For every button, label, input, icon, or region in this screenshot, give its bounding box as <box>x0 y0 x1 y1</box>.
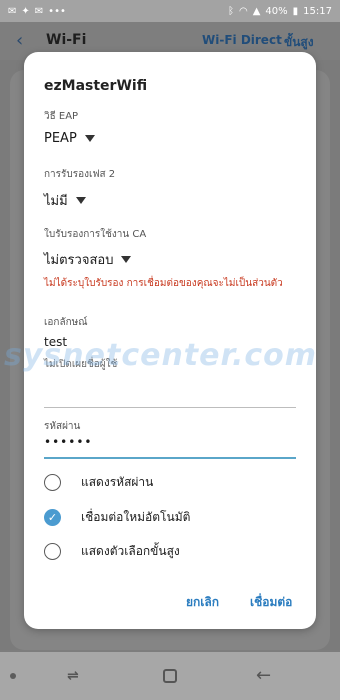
watermark-text: sysnetcenter.com <box>4 338 318 373</box>
email-icon: ✉ <box>34 5 44 17</box>
back-icon[interactable]: ← <box>256 665 271 686</box>
system-icons: ᛒ ◠ ▲ 40% ▮ 15:17 <box>228 6 332 17</box>
password-input[interactable]: •••••• <box>44 435 92 449</box>
status-bar: ✉ ✦ ✉ ••• ᛒ ◠ ▲ 40% ▮ 15:17 <box>0 0 340 22</box>
messages-icon: ✉ <box>8 5 17 17</box>
signal-icon: ▲ <box>252 5 261 17</box>
anonymous-identity-underline <box>44 407 296 408</box>
connect-button[interactable]: เชื่อมต่อ <box>250 593 292 612</box>
ca-cert-value: ไม่ตรวจสอบ <box>44 253 114 268</box>
phase2-value: ไม่มี <box>44 194 68 209</box>
eap-method-select[interactable]: PEAP <box>44 131 95 146</box>
advanced-options-checkbox[interactable] <box>44 542 61 560</box>
advanced-button[interactable]: ขั้นสูง <box>284 33 314 52</box>
page-title: Wi-Fi <box>46 32 87 48</box>
dropdown-arrow-icon <box>75 197 86 204</box>
wifi-icon: ◠ <box>238 5 248 17</box>
password-label: รหัสผ่าน <box>44 421 81 432</box>
phase2-select[interactable]: ไม่มี <box>44 190 86 211</box>
battery-percent: 40% <box>265 5 288 17</box>
back-arrow-icon[interactable]: ‹ <box>16 30 23 51</box>
dialog-title: ezMasterWifi <box>44 78 148 94</box>
recent-apps-icon[interactable]: ⇌ <box>67 668 79 684</box>
dropdown-arrow-icon <box>84 135 95 142</box>
show-password-option[interactable]: แสดงรหัสผ่าน <box>44 470 296 494</box>
ca-cert-label: ใบรับรองการใช้งาน CA <box>44 229 147 240</box>
notification-icons: ✉ ✦ ✉ ••• <box>8 6 66 17</box>
dropdown-arrow-icon <box>121 256 132 263</box>
battery-icon: ▮ <box>292 5 299 17</box>
phase2-label: การรับรองเฟส 2 <box>44 169 116 180</box>
nav-indicator-dot <box>10 673 16 679</box>
password-underline <box>44 457 296 459</box>
advanced-options-option[interactable]: แสดงตัวเลือกขั้นสูง <box>44 539 296 563</box>
eap-method-label: วิธี EAP <box>44 111 79 122</box>
identity-label: เอกลักษณ์ <box>44 317 88 328</box>
checkmark-icon: ✓ <box>47 510 58 524</box>
ca-cert-select[interactable]: ไม่ตรวจสอบ <box>44 249 132 270</box>
wifi-direct-button[interactable]: Wi-Fi Direct <box>202 33 282 47</box>
show-password-checkbox[interactable] <box>44 473 61 491</box>
auto-reconnect-option[interactable]: ✓ เชื่อมต่อใหม่อัตโนมัติ <box>44 505 296 529</box>
home-icon[interactable] <box>163 669 177 683</box>
auto-reconnect-checkbox[interactable]: ✓ <box>44 508 61 526</box>
eap-method-value: PEAP <box>44 131 77 146</box>
twitter-icon: ✦ <box>21 5 30 17</box>
clock: 15:17 <box>303 5 332 17</box>
advanced-options-label: แสดงตัวเลือกขั้นสูง <box>81 543 180 558</box>
ellipsis-icon: ••• <box>48 5 66 17</box>
show-password-label: แสดงรหัสผ่าน <box>81 474 154 489</box>
auto-reconnect-label: เชื่อมต่อใหม่อัตโนมัติ <box>81 509 191 524</box>
cancel-button[interactable]: ยกเลิก <box>186 593 219 612</box>
ca-warning-text: ไม่ได้ระบุใบรับรอง การเชื่อมต่อของคุณจะไ… <box>44 278 283 289</box>
bluetooth-icon: ᛒ <box>227 5 234 17</box>
navigation-bar: ⇌ ← <box>0 652 340 700</box>
